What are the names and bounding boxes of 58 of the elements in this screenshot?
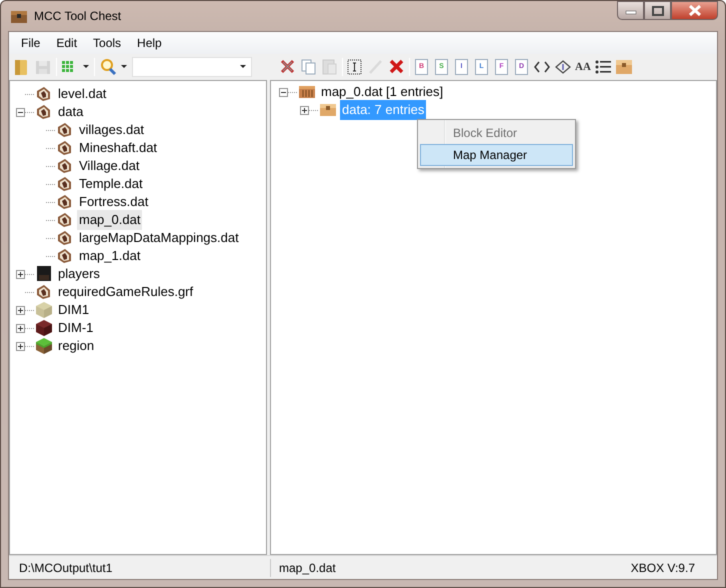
box-icon bbox=[319, 101, 337, 119]
tree-item[interactable]: Fortress.dat bbox=[77, 192, 150, 212]
menu-item[interactable]: Tools bbox=[85, 32, 130, 54]
plus-icon bbox=[17, 324, 24, 332]
expander-toggle[interactable] bbox=[16, 306, 25, 314]
tree-item[interactable]: villages.dat bbox=[77, 120, 146, 140]
menu-item[interactable]: File bbox=[13, 32, 48, 54]
close-icon bbox=[688, 5, 702, 16]
minimize-button[interactable] bbox=[617, 1, 644, 20]
expander-toggle[interactable] bbox=[16, 108, 25, 116]
expander-toggle[interactable] bbox=[16, 342, 25, 350]
expander-toggle[interactable] bbox=[16, 270, 25, 278]
plus-icon bbox=[17, 342, 24, 350]
maximize-icon bbox=[652, 6, 664, 16]
dropdown-caret-icon[interactable] bbox=[83, 65, 90, 69]
tree-item[interactable]: data bbox=[56, 102, 86, 122]
rename-icon[interactable] bbox=[346, 58, 364, 76]
expander-toggle[interactable] bbox=[279, 88, 288, 96]
window-title: MCC Tool Chest bbox=[34, 8, 122, 25]
search-icon[interactable] bbox=[99, 58, 117, 76]
font-icon[interactable]: AA bbox=[575, 58, 591, 76]
expander-toggle[interactable] bbox=[16, 324, 25, 332]
tree-item[interactable]: DIM-1 bbox=[56, 318, 96, 338]
tree-item[interactable]: Temple.dat bbox=[77, 174, 145, 194]
netherrack-block-icon bbox=[35, 319, 53, 337]
crate-icon bbox=[298, 83, 316, 101]
maximize-button[interactable] bbox=[644, 1, 671, 20]
plus-icon bbox=[17, 270, 24, 278]
menu-item[interactable]: Map Manager bbox=[420, 144, 573, 166]
status-path: D:\MCOutput\tut1 bbox=[9, 558, 271, 576]
tree-item[interactable]: largeMapDataMappings.dat bbox=[77, 228, 241, 248]
dropdown-caret-icon bbox=[240, 65, 247, 69]
plus-icon bbox=[17, 306, 24, 314]
tree-item[interactable]: requiredGameRules.grf bbox=[56, 282, 196, 302]
scissors-icon[interactable] bbox=[279, 58, 297, 76]
delete-icon[interactable] bbox=[388, 58, 406, 76]
tree-item[interactable]: level.dat bbox=[56, 84, 108, 104]
tree-item[interactable]: map_0.dat [1 entries] bbox=[319, 82, 446, 102]
expander-toggle[interactable] bbox=[300, 106, 309, 114]
tree-item[interactable]: players bbox=[56, 264, 102, 284]
sand-block-icon bbox=[35, 301, 53, 319]
grass-block-icon bbox=[35, 337, 53, 355]
status-file: map_0.dat bbox=[278, 560, 337, 576]
list-icon[interactable] bbox=[594, 58, 612, 76]
menu-item[interactable]: Help bbox=[129, 32, 170, 54]
tree-item[interactable]: Mineshaft.dat bbox=[77, 138, 160, 158]
tree-item[interactable]: region bbox=[56, 336, 96, 356]
box-icon[interactable] bbox=[614, 58, 633, 76]
dropdown-caret-icon[interactable] bbox=[121, 65, 128, 69]
tree-item[interactable]: DIM1 bbox=[56, 300, 92, 320]
close-button[interactable] bbox=[671, 1, 718, 20]
menu-item[interactable]: Edit bbox=[48, 32, 86, 54]
tree-item[interactable]: Village.dat bbox=[77, 156, 142, 176]
tree-item[interactable]: map_0.dat bbox=[77, 210, 142, 230]
code-tag-icon[interactable] bbox=[554, 58, 572, 76]
plus-icon bbox=[301, 106, 308, 114]
status-version: XBOX V:9.7 bbox=[630, 560, 696, 576]
tree-item[interactable]: map_1.dat bbox=[77, 246, 142, 266]
